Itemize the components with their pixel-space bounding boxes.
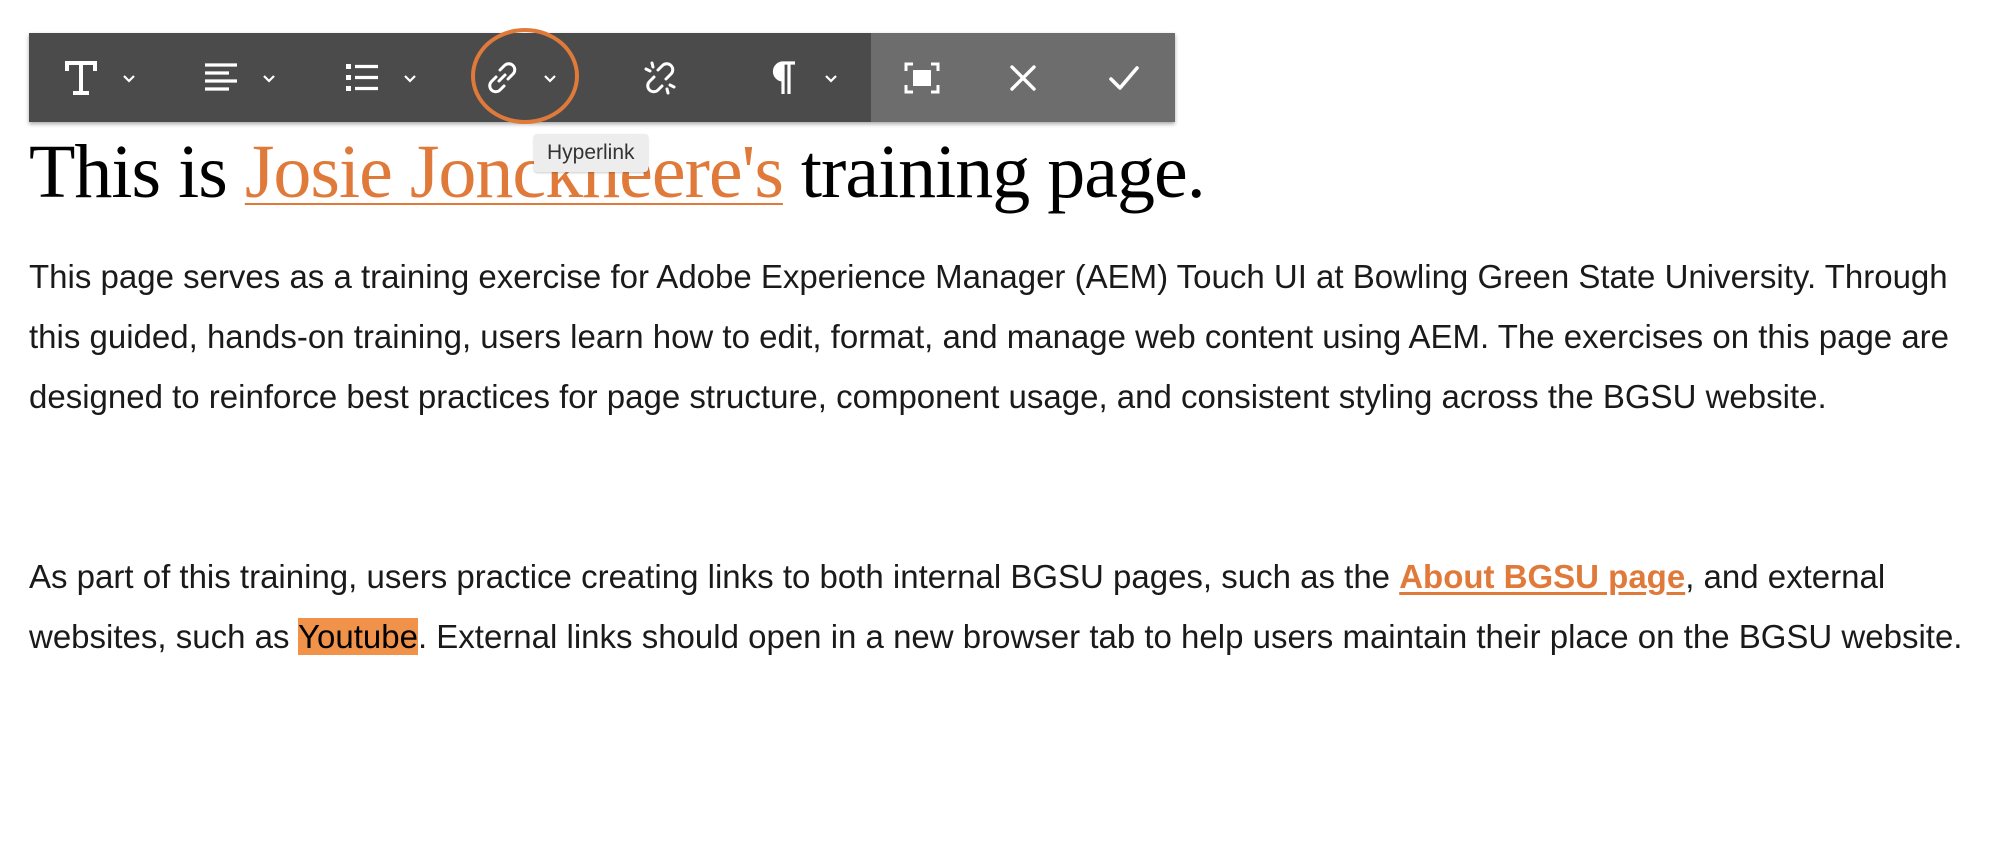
justify-button[interactable] (169, 33, 309, 122)
chevron-down-icon (823, 70, 839, 86)
chevron-down-icon (121, 70, 137, 86)
toolbar-side-group (871, 33, 1175, 122)
toolbar-main-group (29, 33, 871, 122)
text-format-icon (61, 58, 101, 98)
selected-text[interactable]: Youtube (298, 618, 418, 655)
align-left-icon (201, 58, 241, 98)
text-format-button[interactable] (29, 33, 169, 122)
unlink-button[interactable] (590, 33, 730, 122)
paragraph-text: . External links should open in a new br… (417, 618, 1963, 655)
bulleted-list-icon (342, 58, 382, 98)
paragraph-format-button[interactable] (731, 33, 871, 122)
lists-button[interactable] (310, 33, 450, 122)
cancel-button[interactable] (972, 33, 1073, 122)
close-icon (1003, 58, 1043, 98)
chevron-down-icon (402, 70, 418, 86)
about-bgsu-link[interactable]: About BGSU page (1399, 558, 1685, 595)
title-name-link[interactable]: Josie Jonckheere's (245, 130, 784, 214)
title-suffix: training page. (782, 130, 1206, 214)
links-paragraph[interactable]: As part of this training, users practice… (29, 547, 1989, 667)
checkmark-icon (1104, 58, 1144, 98)
intro-paragraph[interactable]: This page serves as a training exercise … (29, 247, 1989, 427)
unlink-icon (640, 58, 680, 98)
hyperlink-tooltip: Hyperlink (534, 134, 648, 172)
confirm-button[interactable] (1073, 33, 1174, 122)
fullscreen-icon (902, 58, 942, 98)
hyperlink-button[interactable] (450, 33, 590, 122)
chevron-down-icon (542, 70, 558, 86)
fullscreen-button[interactable] (871, 33, 972, 122)
title-prefix: This is (29, 130, 245, 214)
rich-text-toolbar (29, 33, 1175, 122)
paragraph-text: As part of this training, users practice… (29, 558, 1400, 595)
chevron-down-icon (261, 70, 277, 86)
link-icon (482, 58, 522, 98)
pilcrow-icon (763, 58, 803, 98)
